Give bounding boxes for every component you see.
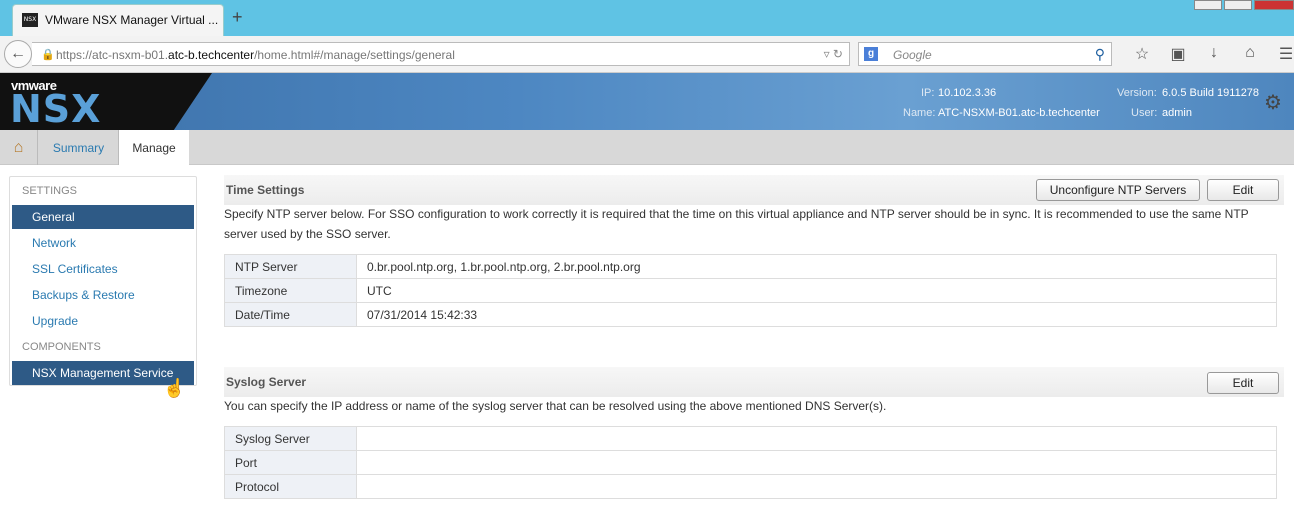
nsx-product-name: NSX (10, 87, 102, 131)
back-arrow-icon[interactable]: ← (4, 40, 32, 68)
time-settings-title: Time Settings (226, 183, 305, 197)
url-text[interactable]: https://atc-nsxm-b01.atc-b.techcenter/ho… (56, 48, 455, 62)
table-row: NTP Server 0.br.pool.ntp.org, 1.br.pool.… (224, 254, 1277, 279)
components-heading: COMPONENTS (22, 341, 101, 353)
url-bar[interactable]: 🔒 https://atc-nsxm-b01.atc-b.techcenter/… (32, 42, 850, 66)
name-value: ATC-NSXM-B01.atc-b.techcenter (938, 107, 1100, 119)
settings-heading: SETTINGS (22, 185, 78, 197)
syslog-server-value (356, 426, 1277, 451)
tab-title: VMware NSX Manager Virtual ... (45, 13, 219, 27)
sidebar-item-network[interactable]: Network (12, 231, 194, 255)
timezone-value: UTC (356, 278, 1277, 303)
protocol-value (356, 474, 1277, 499)
ntp-server-key: NTP Server (224, 254, 357, 279)
close-window-button[interactable] (1254, 0, 1294, 10)
search-placeholder: Google (893, 48, 932, 62)
reload-icon[interactable]: ▿ ↻ (824, 47, 843, 61)
table-row: Protocol (224, 474, 1277, 499)
new-tab-plus-icon[interactable]: + (232, 8, 243, 26)
download-icon[interactable]: ↓ (1196, 44, 1232, 64)
search-input[interactable]: g Google ⚲ (858, 42, 1112, 66)
ntp-server-value: 0.br.pool.ntp.org, 1.br.pool.ntp.org, 2.… (356, 254, 1277, 279)
time-settings-table: NTP Server 0.br.pool.ntp.org, 1.br.pool.… (224, 254, 1277, 327)
syslog-title: Syslog Server (226, 375, 307, 389)
datetime-key: Date/Time (224, 302, 357, 327)
unconfigure-ntp-button[interactable]: Unconfigure NTP Servers (1036, 179, 1200, 201)
table-row: Syslog Server (224, 426, 1277, 451)
ip-label: IP: (921, 87, 935, 99)
tab-manage[interactable]: Manage (119, 130, 189, 166)
ip-value: 10.102.3.36 (938, 87, 997, 99)
syslog-server-key: Syslog Server (224, 426, 357, 451)
gear-icon[interactable]: ⚙ (1264, 90, 1282, 115)
user-label: User: (1131, 107, 1158, 119)
lock-icon: 🔒 (41, 49, 55, 61)
table-row: Port (224, 450, 1277, 475)
menu-icon[interactable]: ☰ (1268, 44, 1294, 64)
bookmark-star-icon[interactable]: ☆ (1124, 44, 1160, 64)
time-settings-header: Time Settings Unconfigure NTP Servers Ed… (224, 175, 1284, 205)
tab-summary[interactable]: Summary (39, 130, 119, 165)
table-row: Date/Time 07/31/2014 15:42:33 (224, 302, 1277, 327)
protocol-key: Protocol (224, 474, 357, 499)
settings-sidebar: SETTINGS General Network SSL Certificate… (9, 176, 197, 386)
sidebar-item-general[interactable]: General (12, 205, 194, 229)
sidebar-item-backups-restore[interactable]: Backups & Restore (12, 283, 194, 307)
home-tab-icon[interactable]: ⌂ (0, 130, 38, 165)
browser-titlebar: NSX VMware NSX Manager Virtual ... + (0, 0, 1294, 36)
table-row: Timezone UTC (224, 278, 1277, 303)
datetime-value: 07/31/2014 15:42:33 (356, 302, 1277, 327)
maximize-button[interactable] (1224, 0, 1252, 10)
name-label: Name: (903, 107, 936, 119)
nsx-favicon-icon: NSX (22, 13, 38, 27)
browser-navbar: 🔒 https://atc-nsxm-b01.atc-b.techcenter/… (0, 36, 1294, 73)
timezone-key: Timezone (224, 278, 357, 303)
syslog-header: Syslog Server Edit (224, 367, 1284, 397)
browser-tab[interactable]: NSX VMware NSX Manager Virtual ... (12, 4, 224, 36)
syslog-table: Syslog Server Port Protocol (224, 426, 1277, 499)
nsx-header: vmware NSX IP: 10.102.3.36 Name: ATC-NSX… (0, 73, 1294, 130)
reading-list-icon[interactable]: ▣ (1160, 44, 1196, 64)
google-icon[interactable]: g (864, 47, 878, 61)
syslog-edit-button[interactable]: Edit (1207, 372, 1279, 394)
port-key: Port (224, 450, 357, 475)
time-settings-description: Specify NTP server below. For SSO config… (224, 207, 1249, 241)
search-icon[interactable]: ⚲ (1095, 46, 1105, 63)
sidebar-item-ssl-certificates[interactable]: SSL Certificates (12, 257, 194, 281)
window-controls (1192, 0, 1294, 10)
sidebar-item-upgrade[interactable]: Upgrade (12, 309, 194, 333)
version-label: Version: (1117, 87, 1157, 99)
minimize-button[interactable] (1194, 0, 1222, 10)
nsx-logo: vmware NSX (0, 73, 212, 130)
syslog-description: You can specify the IP address or name o… (224, 399, 887, 413)
time-settings-edit-button[interactable]: Edit (1207, 179, 1279, 201)
user-value: admin (1162, 107, 1192, 119)
port-value (356, 450, 1277, 475)
version-value: 6.0.5 Build 1911278 (1162, 87, 1260, 99)
home-icon[interactable]: ⌂ (1232, 44, 1268, 64)
tab-strip: ⌂ Summary Manage (0, 130, 1294, 166)
hand-cursor-icon: ☝ (163, 378, 186, 398)
